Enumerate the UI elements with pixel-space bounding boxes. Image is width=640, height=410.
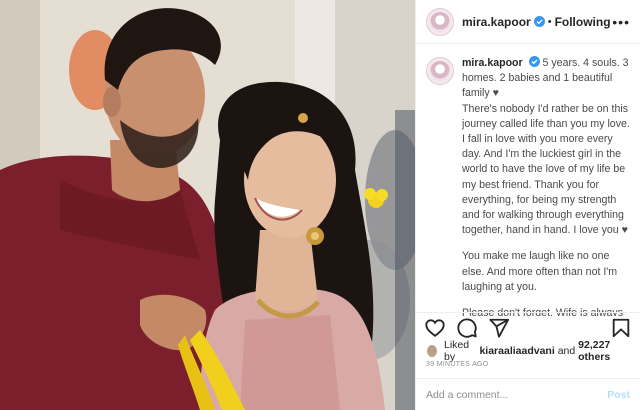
author-username[interactable]: mira.kapoor bbox=[462, 15, 531, 29]
caption-row: mira.kapoor 5 years. 4 souls. 3 homes. 2… bbox=[426, 56, 634, 316]
comment-input[interactable] bbox=[426, 388, 608, 401]
caption-text: mira.kapoor 5 years. 4 souls. 3 homes. 2… bbox=[462, 56, 634, 316]
couple-photo-illustration bbox=[0, 0, 415, 410]
post-side-panel: mira.kapoor • Following ••• mira.kapoor … bbox=[415, 0, 640, 410]
post-photo[interactable] bbox=[0, 0, 415, 410]
avatar-image bbox=[430, 11, 450, 32]
following-button[interactable]: Following bbox=[555, 15, 611, 29]
caption-paragraph-2: You make me laugh like no one else. And … bbox=[462, 250, 618, 293]
verified-badge-icon bbox=[528, 56, 540, 67]
post-header: mira.kapoor • Following ••• bbox=[416, 0, 640, 44]
caption-scroll-area[interactable]: mira.kapoor 5 years. 4 souls. 3 homes. 2… bbox=[426, 56, 634, 316]
likes-middle: and bbox=[557, 345, 576, 357]
heart-icon[interactable] bbox=[424, 317, 446, 339]
share-icon[interactable] bbox=[488, 317, 510, 339]
liker-avatar[interactable] bbox=[426, 344, 438, 358]
action-bar bbox=[416, 312, 640, 338]
author-avatar[interactable] bbox=[426, 7, 454, 36]
comment-icon[interactable] bbox=[456, 317, 478, 339]
comment-box: Post bbox=[416, 378, 640, 410]
likes-prefix: Liked by bbox=[443, 339, 470, 363]
post-comment-button[interactable]: Post bbox=[607, 389, 630, 401]
separator-dot: • bbox=[547, 15, 552, 28]
caption-paragraph-1: There's nobody I'd rather be on this jou… bbox=[462, 102, 630, 237]
likes-summary: Liked by kiaraaliaadvani and 92,227 othe… bbox=[426, 339, 634, 363]
caption-author-avatar[interactable] bbox=[426, 57, 454, 85]
post-timestamp[interactable]: 39 MINUTES AGO bbox=[426, 361, 489, 368]
caption-username[interactable]: mira.kapoor bbox=[462, 57, 523, 69]
likes-count[interactable]: 92,227 others bbox=[578, 339, 634, 363]
more-options-icon[interactable]: ••• bbox=[612, 14, 630, 30]
verified-badge-icon bbox=[533, 16, 545, 27]
avatar-image bbox=[430, 61, 450, 81]
liker-username[interactable]: kiaraaliaadvani bbox=[479, 345, 554, 357]
bookmark-icon[interactable] bbox=[610, 317, 632, 339]
